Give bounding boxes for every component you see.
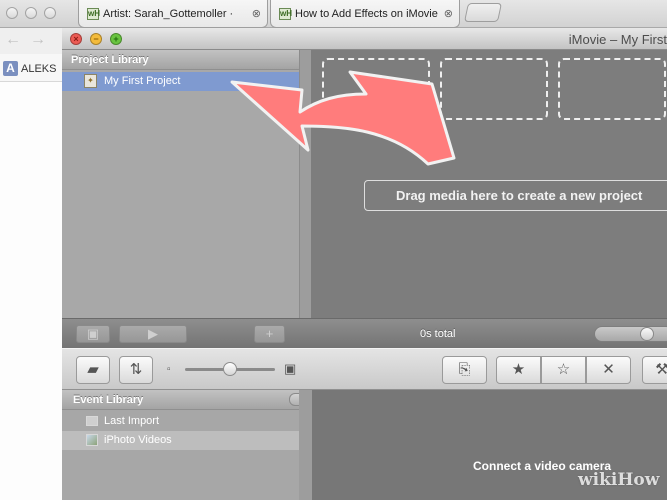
camera-import-button[interactable]: ▰ (76, 356, 110, 384)
clip-placeholder (322, 58, 430, 120)
event-item-last-import[interactable]: Last Import (62, 412, 299, 431)
drag-media-hint: Drag media here to create a new project (364, 180, 667, 211)
play-icon: ▶ (148, 326, 158, 341)
reject-button[interactable]: ✕ (586, 356, 631, 384)
event-library-panel: Event Library Last Import iPhoto Videos (62, 390, 309, 500)
small-frame-icon: ▫ (167, 364, 171, 375)
window-close-button[interactable]: × (70, 33, 82, 45)
browser-tab-strip: wH Artist: Sarah_Gottemoller · ⊗ wH How … (0, 0, 667, 28)
main-toolbar: ▰ ⇅ ▫ ▣ ⎘ ★ ☆ ✕ ⚒ (62, 348, 667, 390)
window-titlebar: × − + iMovie – My First (62, 28, 667, 50)
film-strip-icon (86, 416, 98, 426)
browser-tab-how-to[interactable]: wH How to Add Effects on iMovie ⊗ (270, 0, 460, 28)
mark-favorite-button[interactable]: ★ (496, 356, 541, 384)
browser-close-button[interactable] (6, 7, 18, 19)
new-tab-button[interactable] (463, 3, 503, 22)
outline-star-icon: ☆ (556, 361, 571, 378)
project-library-heading: Project Library (62, 50, 299, 70)
tools-button[interactable]: ⚒ (642, 356, 667, 384)
project-status-bar: ▣ ▶ + 0s total (62, 318, 667, 348)
wikihow-watermark: wikiHow (578, 470, 660, 490)
event-item-label: Last Import (104, 415, 160, 427)
browser-minimize-button[interactable] (25, 7, 37, 19)
unmark-button[interactable]: ☆ (541, 356, 586, 384)
back-arrow-icon[interactable]: ← (5, 31, 21, 49)
project-item-label: My First Project (104, 75, 181, 87)
event-library-heading: Event Library (62, 390, 299, 410)
wikihow-favicon-icon: wH (279, 7, 292, 20)
aleks-logo-icon[interactable]: A (3, 61, 18, 76)
add-to-project-button[interactable]: ⎘ (442, 356, 487, 384)
clip-placeholder (558, 58, 666, 120)
event-item-iphoto-videos[interactable]: iPhoto Videos (62, 431, 299, 450)
tab-title: Artist: Sarah_Gottemoller · (103, 7, 234, 20)
wikihow-favicon-icon: wH (87, 7, 100, 20)
thumbnail-size-slider-knob[interactable] (223, 362, 237, 376)
browser-tab-artist[interactable]: wH Artist: Sarah_Gottemoller · ⊗ (78, 0, 268, 28)
project-zoom-slider-knob[interactable] (640, 327, 654, 341)
project-drop-area[interactable]: Drag media here to create a new project (311, 50, 667, 318)
clip-placeholder (440, 58, 548, 120)
imovie-window: × − + iMovie – My First Project Library … (62, 28, 667, 500)
project-zoom-slider[interactable] (594, 326, 667, 342)
project-document-icon: ✦ (84, 74, 97, 88)
swap-events-projects-button[interactable]: ⇅ (119, 356, 153, 384)
project-library-divider[interactable] (299, 50, 311, 318)
tab-close-icon[interactable]: ⊗ (444, 7, 453, 20)
forward-arrow-icon[interactable]: → (30, 31, 46, 49)
iphoto-icon (86, 434, 98, 446)
project-total-duration: 0s total (420, 328, 456, 340)
bookmark-aleks[interactable]: ALEKS (21, 63, 56, 75)
browser-page-background (0, 82, 62, 500)
window-title: iMovie – My First (568, 32, 667, 47)
window-minimize-button[interactable]: − (90, 33, 102, 45)
filled-star-icon: ★ (511, 361, 526, 378)
window-zoom-button[interactable]: + (110, 33, 122, 45)
event-item-label: iPhoto Videos (104, 434, 172, 446)
browser-zoom-button[interactable] (44, 7, 56, 19)
tab-title: How to Add Effects on iMovie (295, 7, 438, 20)
add-project-button[interactable]: + (254, 325, 285, 343)
x-mark-icon: ✕ (602, 361, 615, 378)
play-project-button[interactable]: ▶ (119, 325, 187, 343)
project-library-panel: Project Library ✦ My First Project (62, 50, 299, 318)
tab-close-icon[interactable]: ⊗ (252, 7, 261, 20)
new-project-button[interactable]: ▣ (76, 325, 110, 343)
event-library-divider[interactable] (299, 390, 312, 500)
project-item-my-first-project[interactable]: ✦ My First Project (62, 72, 299, 91)
large-frame-icon: ▣ (284, 361, 297, 376)
wrench-icon: ⚒ (655, 361, 667, 378)
